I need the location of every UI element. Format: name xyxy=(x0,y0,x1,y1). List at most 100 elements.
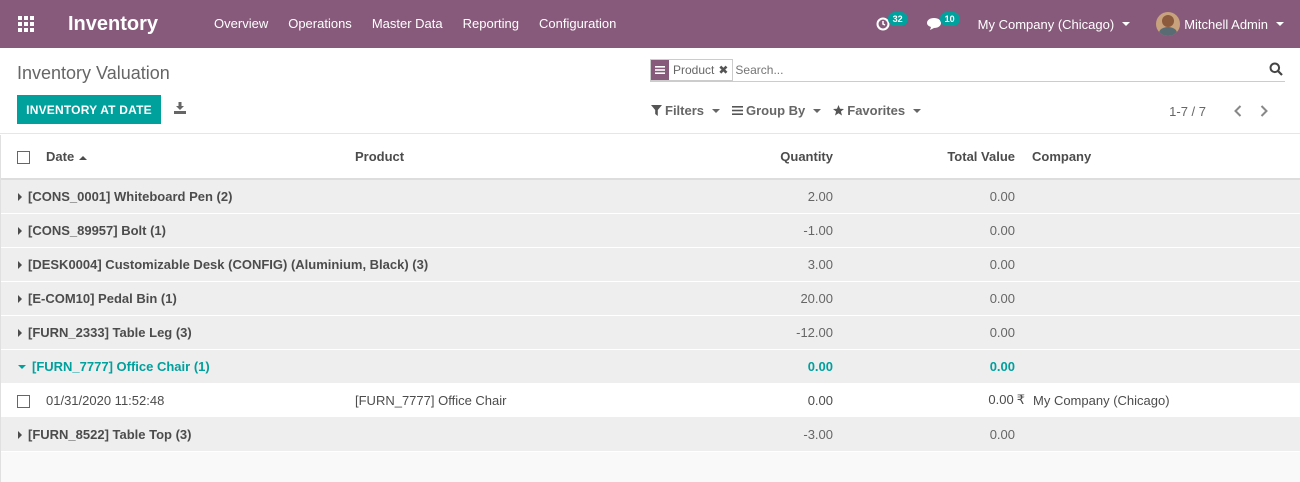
group-quantity: 20.00 xyxy=(710,280,837,316)
column-total-value[interactable]: Total Value xyxy=(837,135,1027,180)
facet-value: Product xyxy=(673,62,715,77)
filters-dropdown[interactable]: Filters xyxy=(651,103,721,118)
activity-count-badge: 32 xyxy=(887,12,908,26)
group-row[interactable]: [FURN_8522] Table Top (3) -3.00 0.00 xyxy=(1,416,1300,452)
group-quantity: 3.00 xyxy=(710,246,837,282)
pager-previous[interactable] xyxy=(1230,103,1246,119)
caret-right-icon xyxy=(18,227,22,236)
group-label: [DESK0004] Customizable Desk (CONFIG) (A… xyxy=(28,256,429,272)
avatar xyxy=(1156,12,1181,36)
currency-symbol: ₹ xyxy=(1016,392,1025,407)
table-row[interactable]: 01/31/2020 11:52:48 [FURN_7777] Office C… xyxy=(1,383,1300,418)
group-row[interactable]: [CONS_0001] Whiteboard Pen (2) 2.00 0.00 xyxy=(1,178,1300,214)
cell-quantity: 0.00 xyxy=(710,383,837,418)
favorites-label: Favorites xyxy=(847,103,906,118)
group-by-dropdown[interactable]: Group By xyxy=(732,103,822,118)
table-header: Date Product Quantity Total Value Compan… xyxy=(1,135,1300,180)
bars-icon xyxy=(732,106,744,115)
valuation-table: Date Product Quantity Total Value Compan… xyxy=(1,135,1300,452)
group-quantity: 2.00 xyxy=(710,178,837,214)
group-total-value: 0.00 xyxy=(837,246,1027,282)
group-total-value: 0.00 xyxy=(837,348,1027,384)
chevron-down-icon xyxy=(913,108,922,113)
search-bar: Product ✖ xyxy=(650,58,1285,82)
chevron-right-icon xyxy=(1260,105,1268,117)
list-view: Date Product Quantity Total Value Compan… xyxy=(0,135,1300,482)
activity-button[interactable]: 32 xyxy=(876,12,908,31)
caret-right-icon xyxy=(18,193,22,202)
group-row-expanded[interactable]: [FURN_7777] Office Chair (1) 0.00 0.00 xyxy=(1,348,1300,384)
column-date-label: Date xyxy=(46,149,75,164)
menu-configuration[interactable]: Configuration xyxy=(529,0,626,48)
menu-master-data[interactable]: Master Data xyxy=(362,0,453,48)
group-total-value: 0.00 xyxy=(837,212,1027,248)
cell-total-value: 0.00 ₹ xyxy=(837,383,1027,418)
message-count-badge: 10 xyxy=(939,12,960,26)
page-title: Inventory Valuation xyxy=(17,63,170,83)
group-row[interactable]: [FURN_2333] Table Leg (3) -12.00 0.00 xyxy=(1,314,1300,350)
company-name: My Company (Chicago) xyxy=(977,16,1115,32)
main-menu: Overview Operations Master Data Reportin… xyxy=(204,0,626,48)
systray: 32 10 My Company (Chicago) Mitchell Admi… xyxy=(876,0,1300,48)
group-label: [FURN_8522] Table Top (3) xyxy=(28,426,192,442)
caret-right-icon xyxy=(18,329,22,338)
search-icon[interactable] xyxy=(1269,62,1283,76)
group-total-value: 0.00 xyxy=(837,178,1027,214)
group-row[interactable]: [DESK0004] Customizable Desk (CONFIG) (A… xyxy=(1,246,1300,282)
search-input[interactable] xyxy=(735,62,1256,77)
top-navbar: Inventory Overview Operations Master Dat… xyxy=(0,0,1300,48)
funnel-icon xyxy=(651,105,662,116)
menu-overview[interactable]: Overview xyxy=(204,0,278,48)
group-total-value: 0.00 xyxy=(837,280,1027,316)
caret-right-icon xyxy=(18,261,22,270)
caret-right-icon xyxy=(18,295,22,304)
cell-date: 01/31/2020 11:52:48 xyxy=(46,383,355,418)
caret-down-icon xyxy=(18,365,26,370)
chevron-left-icon xyxy=(1234,105,1242,117)
cell-company: My Company (Chicago) xyxy=(1027,383,1300,418)
favorites-dropdown[interactable]: Favorites xyxy=(833,103,922,118)
group-label: [CONS_0001] Whiteboard Pen (2) xyxy=(28,188,233,204)
column-quantity[interactable]: Quantity xyxy=(710,135,837,180)
download-button[interactable] xyxy=(172,100,188,116)
group-total-value: 0.00 xyxy=(837,314,1027,350)
pager-next[interactable] xyxy=(1256,103,1272,119)
pager-value[interactable]: 1-7 / 7 xyxy=(1169,104,1206,119)
column-product[interactable]: Product xyxy=(355,135,710,180)
chevron-down-icon xyxy=(1122,22,1131,26)
sort-ascending-icon xyxy=(79,155,88,160)
row-checkbox[interactable] xyxy=(17,394,30,408)
apps-grid-icon[interactable] xyxy=(0,0,52,48)
download-icon xyxy=(174,102,186,114)
column-date[interactable]: Date xyxy=(46,135,355,180)
menu-reporting[interactable]: Reporting xyxy=(453,0,529,48)
search-facet: Product ✖ xyxy=(650,58,734,81)
group-quantity: -12.00 xyxy=(710,314,837,350)
group-row[interactable]: [CONS_89957] Bolt (1) -1.00 0.00 xyxy=(1,212,1300,248)
group-label: [FURN_2333] Table Leg (3) xyxy=(28,324,192,340)
menu-operations[interactable]: Operations xyxy=(278,0,362,48)
group-quantity: -1.00 xyxy=(710,212,837,248)
group-label: [FURN_7777] Office Chair (1) xyxy=(32,358,210,374)
caret-right-icon xyxy=(18,431,22,440)
chevron-down-icon xyxy=(712,108,721,113)
star-icon xyxy=(833,105,845,116)
select-all-cell xyxy=(1,135,46,180)
group-row[interactable]: [E-COM10] Pedal Bin (1) 20.00 0.00 xyxy=(1,280,1300,316)
app-title: Inventory xyxy=(68,12,159,35)
filters-label: Filters xyxy=(665,103,705,118)
column-company[interactable]: Company xyxy=(1027,135,1300,180)
cell-product: [FURN_7777] Office Chair xyxy=(355,383,710,418)
search-options: Filters Group By Favorites xyxy=(651,103,933,118)
group-quantity: 0.00 xyxy=(710,348,837,384)
user-menu[interactable]: Mitchell Admin xyxy=(1156,12,1284,36)
chevron-down-icon xyxy=(1276,22,1284,26)
select-all-checkbox[interactable] xyxy=(17,151,30,165)
cell-value-amount: 0.00 xyxy=(988,392,1014,407)
group-label: [E-COM10] Pedal Bin (1) xyxy=(28,290,177,306)
messages-button[interactable]: 10 xyxy=(926,12,960,31)
close-icon[interactable]: ✖ xyxy=(718,63,732,77)
inventory-at-date-button[interactable]: INVENTORY AT DATE xyxy=(17,95,161,124)
company-switcher[interactable]: My Company (Chicago) xyxy=(978,17,1131,32)
chevron-down-icon xyxy=(813,108,822,113)
